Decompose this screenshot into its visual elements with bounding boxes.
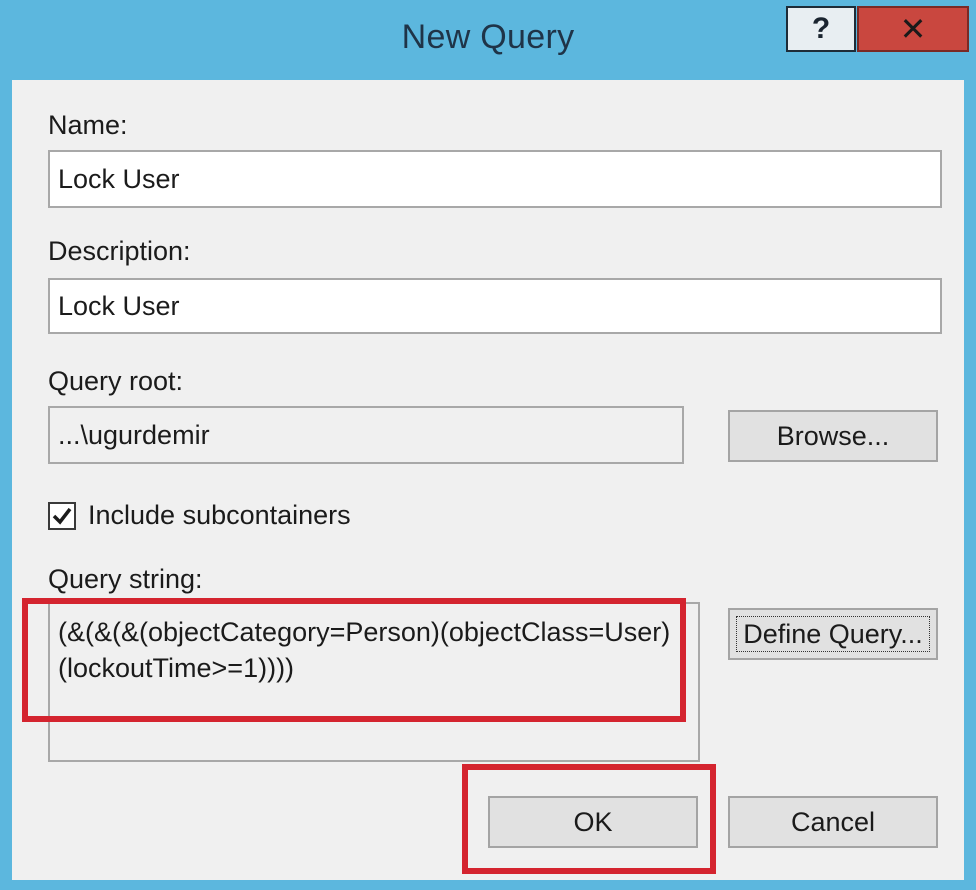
title-bar[interactable]: New Query ? ✕ (0, 0, 976, 80)
query-root-value: ...\ugurdemir (58, 419, 210, 450)
new-query-dialog: New Query ? ✕ Name: Lock User Descriptio… (0, 0, 976, 890)
close-button[interactable]: ✕ (857, 6, 969, 52)
help-button[interactable]: ? (786, 6, 856, 52)
query-string-line-2: (lockoutTime>=1)))) (58, 653, 295, 683)
dialog-content: Name: Lock User Description: Lock User Q… (12, 80, 964, 880)
query-root-field: ...\ugurdemir (48, 406, 684, 464)
checkmark-icon (52, 507, 72, 525)
description-input[interactable]: Lock User (48, 278, 942, 334)
browse-button[interactable]: Browse... (728, 410, 938, 462)
include-subcontainers-checkbox[interactable] (48, 502, 76, 530)
query-string-field: (&(&(&(objectCategory=Person)(objectClas… (48, 602, 700, 762)
include-subcontainers-label[interactable]: Include subcontainers (88, 500, 351, 531)
description-label: Description: (48, 236, 191, 266)
ok-button[interactable]: OK (488, 796, 698, 848)
query-string-line-1: (&(&(&(objectCategory=Person)(objectClas… (58, 617, 671, 647)
query-string-label: Query string: (48, 564, 203, 594)
define-query-button[interactable]: Define Query... (728, 608, 938, 660)
query-root-label: Query root: (48, 366, 184, 396)
focus-indicator (736, 616, 930, 652)
name-input-value: Lock User (58, 163, 180, 194)
close-icon: ✕ (899, 11, 927, 47)
name-label: Name: (48, 110, 128, 140)
description-input-value: Lock User (58, 290, 180, 321)
cancel-button[interactable]: Cancel (728, 796, 938, 848)
name-input[interactable]: Lock User (48, 150, 942, 208)
help-icon: ? (811, 12, 831, 45)
